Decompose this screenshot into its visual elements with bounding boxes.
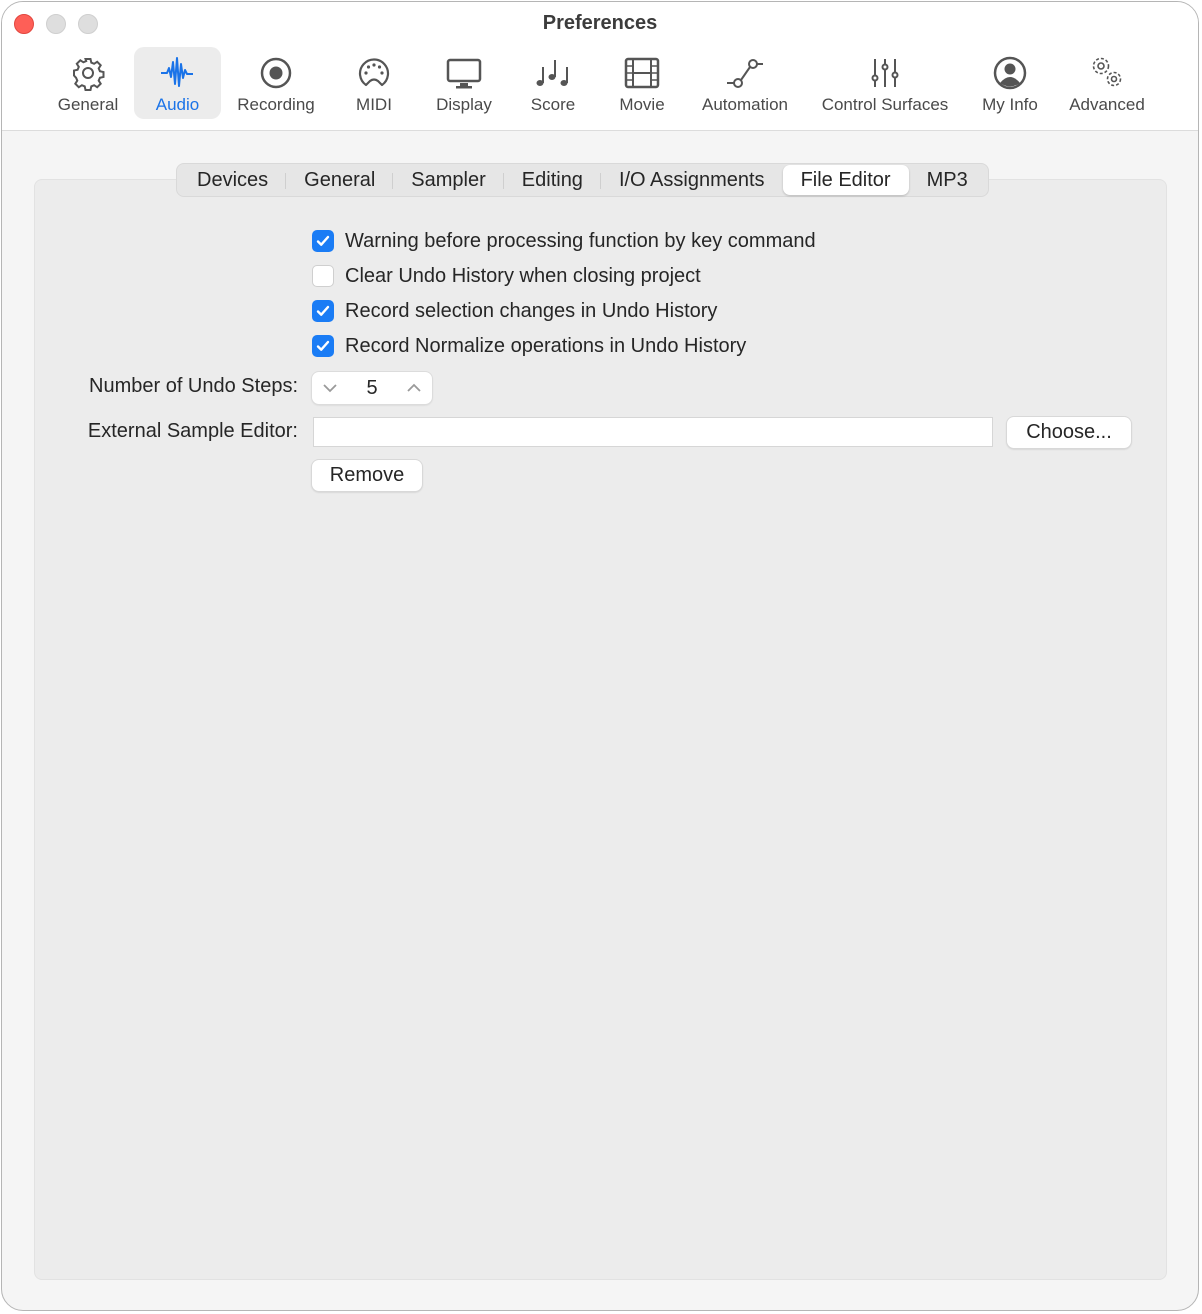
toolbar-label: Movie xyxy=(619,95,665,114)
film-icon xyxy=(622,53,662,93)
chevron-up-icon[interactable] xyxy=(406,380,422,396)
toolbar-label: MIDI xyxy=(356,95,392,114)
chevron-down-icon[interactable] xyxy=(322,380,338,396)
checkbox-warning-key-command[interactable] xyxy=(312,230,334,252)
toolbar-label: Display xyxy=(436,95,492,114)
user-icon xyxy=(990,53,1030,93)
gear-icon xyxy=(68,53,108,93)
toolbar-item-automation[interactable]: Automation xyxy=(694,47,796,119)
toolbar-item-my-info[interactable]: My Info xyxy=(974,47,1046,119)
window-title: Preferences xyxy=(542,12,658,34)
toolbar-label: Automation xyxy=(702,95,788,114)
checkbox-label: Record selection changes in Undo History xyxy=(345,299,718,322)
record-icon xyxy=(256,53,296,93)
monitor-icon xyxy=(444,53,484,93)
tab-mp3[interactable]: MP3 xyxy=(909,165,986,195)
title-bar: Preferences General Audio Recording MIDI… xyxy=(2,2,1198,131)
toolbar-label: General xyxy=(57,95,119,114)
preferences-toolbar: General Audio Recording MIDI Display Sco… xyxy=(2,47,1198,119)
undo-steps-value: 5 xyxy=(366,376,378,399)
toolbar-label: Score xyxy=(530,95,576,114)
undo-steps-stepper[interactable]: 5 xyxy=(312,372,432,404)
tab-editing[interactable]: Editing xyxy=(504,165,602,195)
tab-file-editor[interactable]: File Editor xyxy=(782,165,909,195)
checkbox-record-normalize[interactable] xyxy=(312,335,334,357)
toolbar-item-movie[interactable]: Movie xyxy=(608,47,676,119)
checkbox-label: Warning before processing function by ke… xyxy=(345,229,816,252)
tab-general[interactable]: General xyxy=(286,165,394,195)
checkbox-record-selection-changes[interactable] xyxy=(312,300,334,322)
external-sample-editor-label: External Sample Editor: xyxy=(87,420,298,442)
toolbar-item-score[interactable]: Score xyxy=(520,47,586,119)
toolbar-item-control-surfaces[interactable]: Control Surfaces xyxy=(812,47,958,119)
music-notes-icon xyxy=(533,53,573,93)
checkbox-clear-undo-history[interactable] xyxy=(312,265,334,287)
checkmark-icon xyxy=(316,305,330,316)
toolbar-label: Audio xyxy=(155,95,200,114)
checkmark-icon xyxy=(316,235,330,246)
toolbar-label: Advanced xyxy=(1069,95,1145,114)
toolbar-label: Recording xyxy=(237,95,315,114)
toolbar-label: Control Surfaces xyxy=(821,95,949,114)
checkbox-row-clear-undo-history[interactable]: Clear Undo History when closing project xyxy=(312,263,701,289)
tab-sampler[interactable]: Sampler xyxy=(393,165,505,195)
toolbar-item-general[interactable]: General xyxy=(50,47,126,119)
toolbar-item-audio[interactable]: Audio xyxy=(134,47,221,119)
undo-steps-label: Number of Undo Steps: xyxy=(89,375,298,397)
preferences-window: Preferences General Audio Recording MIDI… xyxy=(1,1,1199,1311)
toolbar-label: My Info xyxy=(982,95,1038,114)
toolbar-item-display[interactable]: Display xyxy=(426,47,502,119)
midi-connector-icon xyxy=(354,53,394,93)
gears-icon xyxy=(1087,53,1127,93)
checkbox-label: Clear Undo History when closing project xyxy=(345,264,701,287)
checkmark-icon xyxy=(316,340,330,351)
sliders-icon xyxy=(865,53,905,93)
toolbar-item-midi[interactable]: MIDI xyxy=(342,47,406,119)
waveform-icon xyxy=(158,53,198,93)
tab-devices[interactable]: Devices xyxy=(179,165,287,195)
choose-button[interactable]: Choose... xyxy=(1007,417,1131,448)
toolbar-item-advanced[interactable]: Advanced xyxy=(1062,47,1152,119)
checkbox-row-warning-key-command[interactable]: Warning before processing function by ke… xyxy=(312,228,816,254)
remove-button[interactable]: Remove xyxy=(312,460,422,491)
toolbar-item-recording[interactable]: Recording xyxy=(228,47,324,119)
checkbox-row-record-normalize[interactable]: Record Normalize operations in Undo Hist… xyxy=(312,333,746,359)
external-sample-editor-field[interactable] xyxy=(313,417,993,447)
checkbox-label: Record Normalize operations in Undo Hist… xyxy=(345,334,747,357)
checkbox-row-record-selection-changes[interactable]: Record selection changes in Undo History xyxy=(312,298,717,324)
tab-io-assignments[interactable]: I/O Assignments xyxy=(601,165,783,195)
automation-curve-icon xyxy=(725,53,765,93)
audio-tab-bar: Devices General Sampler Editing I/O Assi… xyxy=(176,163,989,197)
